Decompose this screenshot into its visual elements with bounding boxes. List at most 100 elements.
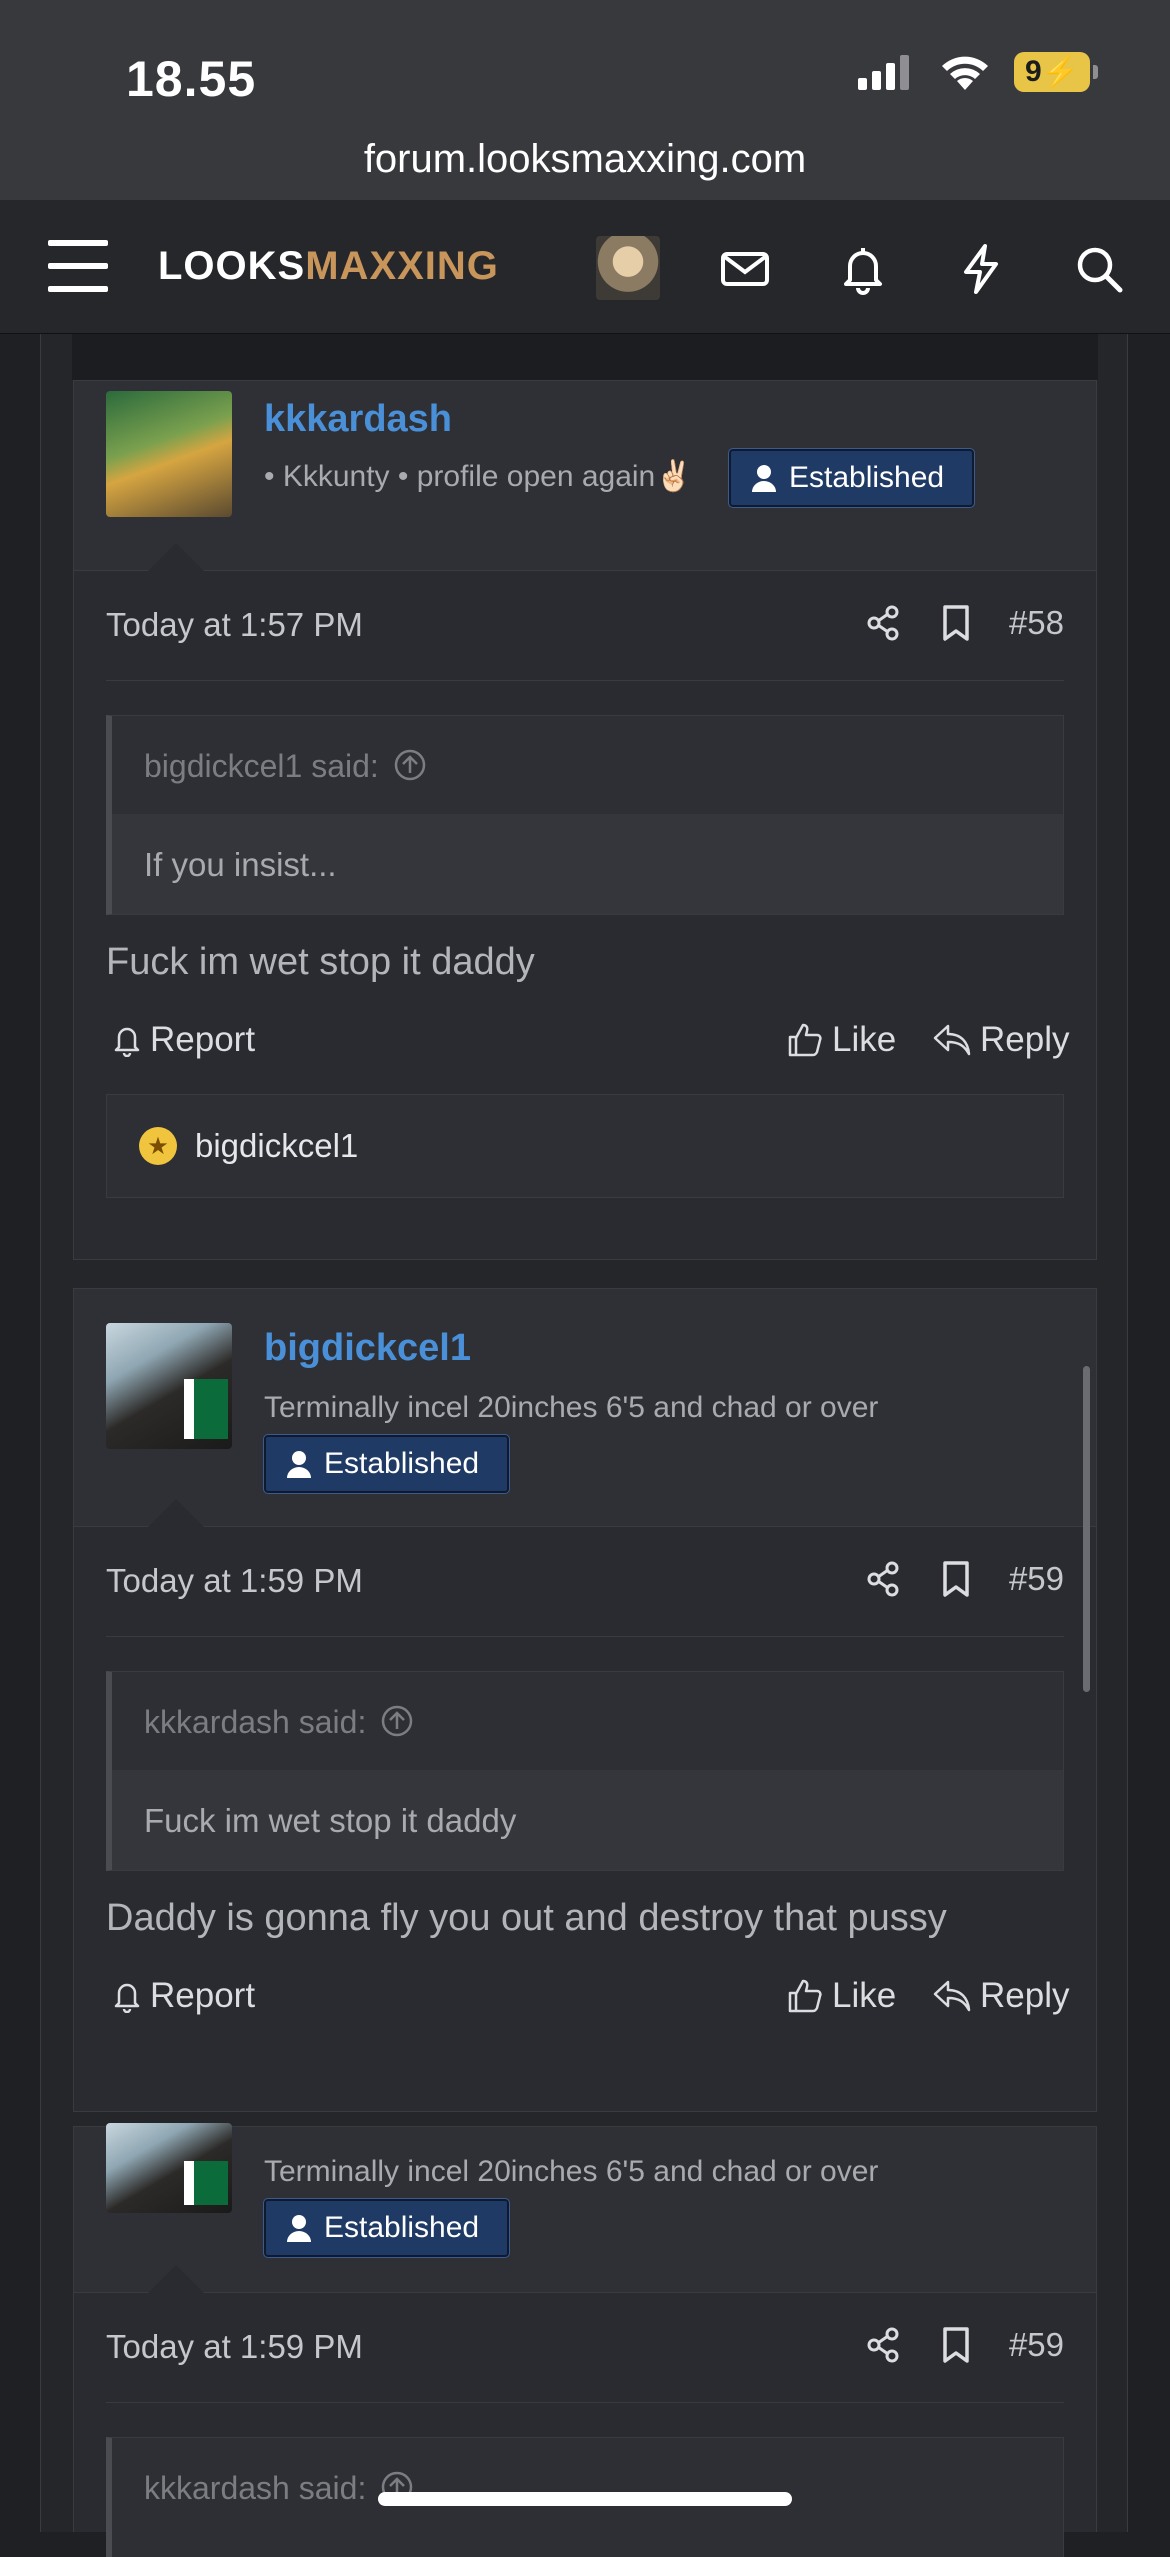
user-icon: [752, 465, 776, 492]
user-title: • Kkkunty • profile open again✌🏻: [264, 460, 693, 493]
user-title: Terminally incel 20inches 6'5 and chad o…: [264, 2155, 879, 2188]
badge-label: Established: [789, 461, 945, 494]
user-icon: [287, 2215, 311, 2242]
status-bar: 18.55 9 ⚡ forum.looksmaxxing.com: [0, 0, 1170, 200]
user-badge: Established: [262, 1434, 511, 1494]
flag-image: [184, 2161, 228, 2205]
bookmark-icon[interactable]: [939, 2325, 973, 2365]
post-user-header: Terminally incel 20inches 6'5 and chad o…: [74, 2123, 1096, 2293]
user-avatar[interactable]: [106, 391, 232, 517]
share-icon[interactable]: [863, 2325, 903, 2365]
arrow-up-circle-icon[interactable]: [393, 748, 427, 782]
search-icon[interactable]: [1072, 242, 1126, 296]
post-date[interactable]: Today at 1:59 PM: [106, 1562, 363, 1600]
user-title: Terminally incel 20inches 6'5 and chad o…: [264, 1391, 879, 1424]
post-actions: Report Like Reply: [106, 1940, 1069, 2050]
quote-header[interactable]: bigdickcel1 said:: [112, 716, 1063, 814]
sticky-header-shadow: [72, 334, 1098, 380]
inbox-icon[interactable]: [718, 242, 772, 296]
menu-icon[interactable]: [48, 240, 108, 292]
bookmark-icon[interactable]: [939, 603, 973, 643]
user-icon: [287, 1451, 311, 1478]
reply-label: Reply: [980, 1976, 1070, 2015]
badge-label: Established: [324, 1447, 480, 1480]
quote-author: kkkardash said:: [144, 2470, 367, 2506]
home-indicator[interactable]: [378, 2492, 792, 2506]
header-pointer: [148, 1499, 204, 1527]
account-avatar[interactable]: [596, 236, 660, 300]
post-user-header: kkkardash • Kkkunty • profile open again…: [74, 381, 1096, 571]
post-user-header: bigdickcel1 Terminally incel 20inches 6'…: [74, 1289, 1096, 1527]
wifi-icon: [942, 56, 988, 90]
report-label: Report: [150, 1020, 256, 1059]
post-actions: Report Like Reply: [106, 984, 1069, 1094]
bell-icon: [114, 1983, 140, 2013]
user-avatar[interactable]: [106, 2123, 232, 2213]
like-label: Like: [832, 1976, 897, 2015]
quote-header[interactable]: kkkardash said:: [112, 2438, 1063, 2536]
post-meta: Today at 1:59 PM #59: [106, 2293, 1064, 2403]
report-button[interactable]: Report: [112, 1976, 255, 2016]
page-scrollbar[interactable]: [1083, 1366, 1090, 1692]
bell-icon: [114, 1027, 140, 1057]
battery-icon: 9 ⚡: [1014, 52, 1098, 92]
post-message: Fuck im wet stop it daddy: [106, 941, 535, 983]
quote-author: bigdickcel1 said:: [144, 748, 379, 784]
thumbs-up-icon: [788, 1979, 822, 2013]
status-icons: 9 ⚡: [856, 52, 1098, 92]
flag-image: [184, 1379, 228, 1439]
like-label: Like: [832, 1020, 897, 1059]
bolt-icon[interactable]: [954, 242, 1008, 296]
url-bar[interactable]: forum.looksmaxxing.com: [0, 137, 1170, 182]
reaction-user[interactable]: bigdickcel1: [195, 1127, 358, 1165]
post-message: Daddy is gonna fly you out and destroy t…: [106, 1897, 947, 1939]
post-date[interactable]: Today at 1:57 PM: [106, 606, 363, 644]
post-meta: Today at 1:59 PM #59: [106, 1527, 1064, 1637]
battery-level: 9: [1024, 55, 1042, 88]
post-59: bigdickcel1 Terminally incel 20inches 6'…: [73, 1288, 1097, 2112]
like-button[interactable]: Like: [786, 1976, 896, 2016]
reply-button[interactable]: Reply: [932, 1020, 1069, 1060]
report-button[interactable]: Report: [112, 1020, 255, 1060]
report-label: Report: [150, 1976, 256, 2015]
quote-text: Fuck im wet stop it daddy: [112, 1770, 1063, 1870]
logo-text-maxxing: MAXXING: [305, 244, 499, 288]
post-meta: Today at 1:57 PM #58: [106, 571, 1064, 681]
user-avatar[interactable]: [106, 1323, 232, 1449]
bookmark-icon[interactable]: [939, 1559, 973, 1599]
post-number[interactable]: #58: [1009, 604, 1064, 642]
reactions-bar[interactable]: ★ bigdickcel1: [106, 1094, 1064, 1198]
reply-icon: [933, 1024, 971, 1056]
reply-icon: [933, 1980, 971, 2012]
reply-button[interactable]: Reply: [932, 1976, 1069, 2016]
quote-block: bigdickcel1 said: If you insist...: [106, 715, 1064, 915]
bell-icon[interactable]: [836, 242, 890, 296]
share-icon[interactable]: [863, 1559, 903, 1599]
logo-text-looks: LOOKS: [158, 244, 306, 288]
status-time: 18.55: [126, 51, 257, 107]
share-icon[interactable]: [863, 603, 903, 643]
header-pointer: [148, 543, 204, 571]
post-date[interactable]: Today at 1:59 PM: [106, 2328, 363, 2366]
quote-header[interactable]: kkkardash said:: [112, 1672, 1063, 1770]
quote-block: kkkardash said: Fuck im wet stop it dadd…: [106, 1671, 1064, 1871]
post-number[interactable]: #59: [1009, 2326, 1064, 2364]
user-badge: Established: [262, 2198, 511, 2258]
badge-label: Established: [324, 2211, 480, 2244]
post-58: kkkardash • Kkkunty • profile open again…: [73, 380, 1097, 1260]
post-59-duplicate: Terminally incel 20inches 6'5 and chad o…: [73, 2123, 1097, 2557]
username[interactable]: bigdickcel1: [264, 1327, 471, 1370]
quote-text: If you insist...: [112, 814, 1063, 914]
site-logo[interactable]: LOOKSMAXXING: [158, 244, 499, 289]
arrow-up-circle-icon[interactable]: [380, 1704, 414, 1738]
cellular-signal-icon: [858, 55, 909, 90]
username[interactable]: kkkardash: [264, 398, 452, 441]
forum-navbar: LOOKSMAXXING: [0, 200, 1170, 334]
like-button[interactable]: Like: [786, 1020, 896, 1060]
post-number[interactable]: #59: [1009, 1560, 1064, 1598]
reply-label: Reply: [980, 1020, 1070, 1059]
thumbs-up-icon: [788, 1023, 822, 1057]
star-reaction-icon: ★: [139, 1127, 177, 1165]
quote-author: kkkardash said:: [144, 1704, 367, 1740]
header-pointer: [148, 2265, 204, 2293]
